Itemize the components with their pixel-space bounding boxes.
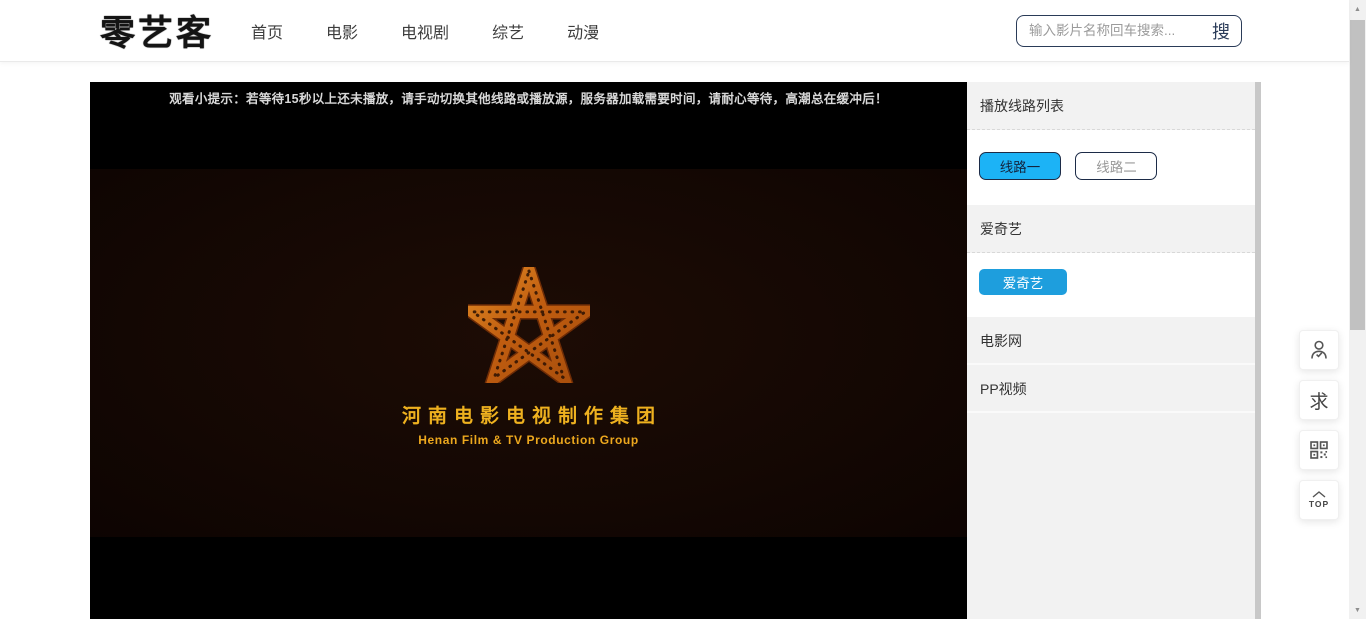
section-content-line-list: 线路一 线路二 xyxy=(967,130,1255,205)
search-button[interactable]: 搜 xyxy=(1212,18,1241,44)
line-2-button[interactable]: 线路二 xyxy=(1075,152,1157,180)
request-movie-button[interactable]: 求 xyxy=(1299,380,1339,420)
back-to-top-label: TOP xyxy=(1309,499,1329,509)
nav-item-anime[interactable]: 动漫 xyxy=(567,19,599,43)
line-1-button[interactable]: 线路一 xyxy=(979,152,1061,180)
nav-item-movies[interactable]: 电影 xyxy=(326,19,358,43)
section-header-pp-video: PP视频 xyxy=(967,365,1255,413)
player-hint-text: 观看小提示：若等待15秒以上还未播放，请手动切换其他线路或播放源，服务器加载需要… xyxy=(90,88,967,107)
nav-item-tv[interactable]: 电视剧 xyxy=(401,19,449,43)
section-content-iqiyi: 爱奇艺 xyxy=(967,253,1255,317)
nav-item-home[interactable]: 首页 xyxy=(251,19,283,43)
video-player[interactable]: 观看小提示：若等待15秒以上还未播放，请手动切换其他线路或播放源，服务器加载需要… xyxy=(90,82,967,619)
chevron-up-icon xyxy=(1312,491,1326,498)
scroll-up-arrow-icon[interactable]: ▲ xyxy=(1349,1,1366,17)
scrollbar-thumb[interactable] xyxy=(1350,20,1365,330)
user-check-button[interactable] xyxy=(1299,330,1339,370)
top-nav-bar: 零艺客 首页 电影 电视剧 综艺 动漫 搜 xyxy=(0,0,1349,62)
iqiyi-source-button[interactable]: 爱奇艺 xyxy=(979,269,1067,295)
qr-code-button[interactable] xyxy=(1299,430,1339,470)
scroll-down-arrow-icon[interactable]: ▼ xyxy=(1349,602,1366,618)
request-movie-label: 求 xyxy=(1309,387,1328,414)
section-header-iqiyi: 爱奇艺 xyxy=(967,205,1255,253)
play-source-sidebar: 播放线路列表 线路一 线路二 爱奇艺 爱奇艺 电影网 PP视频 xyxy=(967,82,1255,619)
nav-item-variety[interactable]: 综艺 xyxy=(492,19,524,43)
section-header-movie-site: 电影网 xyxy=(967,317,1255,365)
user-check-icon xyxy=(1307,338,1331,362)
floating-toolbar: 求 TOP xyxy=(1299,330,1339,530)
qr-code-icon xyxy=(1308,439,1330,461)
site-logo[interactable]: 零艺客 xyxy=(100,5,214,56)
main-content: 观看小提示：若等待15秒以上还未播放，请手动切换其他线路或播放源，服务器加载需要… xyxy=(90,82,1261,619)
section-header-line-list: 播放线路列表 xyxy=(967,82,1255,130)
back-to-top-button[interactable]: TOP xyxy=(1299,480,1339,520)
search-input[interactable] xyxy=(1017,23,1212,38)
sidebar-scrollbar[interactable] xyxy=(1255,82,1261,619)
video-frame: 河南电影电视制作集团 Henan Film & TV Production Gr… xyxy=(90,169,967,537)
search-box: 搜 xyxy=(1016,15,1242,47)
studio-name-cn: 河南电影电视制作集团 xyxy=(395,401,662,428)
page-scrollbar[interactable]: ▲ ▼ xyxy=(1349,0,1366,619)
film-strip-star-icon xyxy=(468,267,590,388)
main-nav: 首页 电影 电视剧 综艺 动漫 xyxy=(251,19,642,43)
studio-name-en: Henan Film & TV Production Group xyxy=(418,433,639,447)
